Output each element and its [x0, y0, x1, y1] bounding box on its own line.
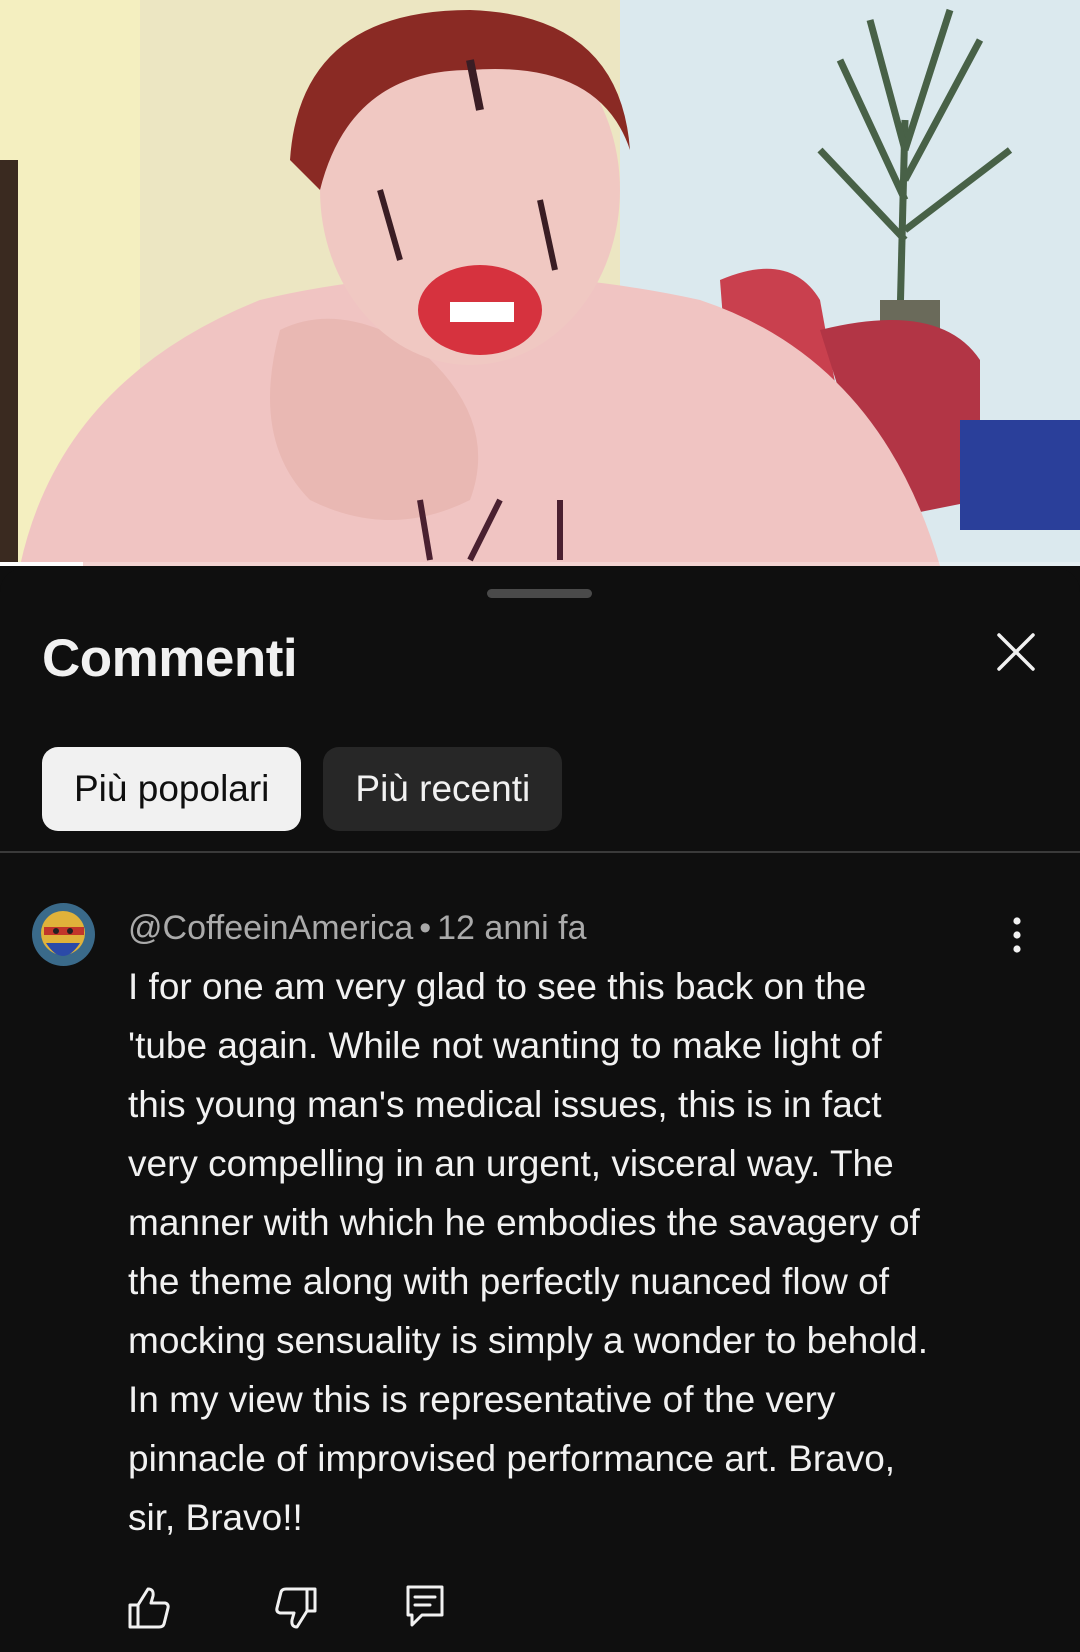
- comments-sheet: Commenti Più popolari Più recenti @Coffe…: [0, 568, 1080, 1652]
- comment-text: I for one am very glad to see this back …: [128, 966, 928, 1538]
- video-progress-fill: [0, 562, 84, 566]
- comment-time: 12 anni fa: [437, 909, 587, 947]
- reply-button[interactable]: [402, 1583, 448, 1629]
- avatar-image: [32, 903, 95, 966]
- more-vertical-icon: [1013, 917, 1021, 953]
- video-frame: [0, 0, 1080, 566]
- dislike-icon: [275, 1587, 317, 1629]
- comment-meta: @CoffeeinAmerica • 12 anni fa: [128, 909, 587, 948]
- close-button[interactable]: [996, 632, 1036, 672]
- comment-menu-button[interactable]: [1001, 913, 1033, 957]
- like-icon: [128, 1587, 170, 1629]
- video-player[interactable]: [0, 0, 1080, 566]
- chip-most-popular[interactable]: Più popolari: [42, 747, 302, 831]
- avatar[interactable]: [32, 903, 95, 966]
- video-progress-bar[interactable]: [0, 562, 1080, 566]
- comment-author[interactable]: @CoffeeinAmerica: [128, 909, 413, 947]
- sort-chips: Più popolari Più recenti: [42, 747, 563, 831]
- dislike-button[interactable]: [273, 1585, 319, 1631]
- like-button[interactable]: [126, 1585, 172, 1631]
- drag-handle[interactable]: [487, 589, 592, 598]
- close-icon: [997, 633, 1035, 671]
- chip-most-recent[interactable]: Più recenti: [323, 747, 563, 831]
- sheet-title: Commenti: [42, 629, 298, 688]
- meta-separator: •: [419, 909, 432, 947]
- divider: [0, 851, 1080, 853]
- reply-icon: [406, 1585, 444, 1627]
